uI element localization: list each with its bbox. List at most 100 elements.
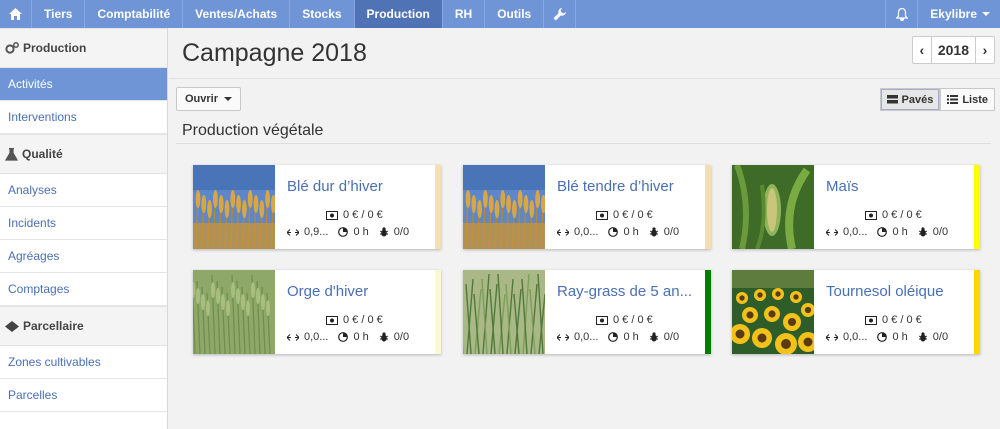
- time-value: 0 h: [892, 226, 908, 238]
- page-title: Campagne 2018: [182, 39, 367, 67]
- area-value: 0,0...: [574, 331, 599, 343]
- activity-thumbnail: [457, 270, 554, 355]
- activity-card[interactable]: Blé dur d’hiver 0 € / 0 € 0,9... 0 h 0/0: [193, 165, 441, 250]
- area-value: 0,0...: [843, 226, 868, 238]
- clock-icon: [338, 227, 349, 237]
- issues-value: 0/0: [932, 226, 949, 238]
- nav-ventes-achats[interactable]: Ventes/Achats: [183, 0, 291, 28]
- money-icon: [865, 210, 877, 220]
- clock-icon: [608, 332, 619, 342]
- clock-icon: [608, 227, 619, 237]
- list-view-label: Liste: [962, 93, 988, 106]
- previous-year-button[interactable]: ‹: [913, 37, 931, 63]
- activity-color-stripe: [974, 165, 980, 249]
- activity-card[interactable]: Orge d'hiver 0 € / 0 € 0,0... 0 h 0/0: [191, 270, 441, 355]
- bug-icon: [918, 227, 927, 237]
- notifications-button[interactable]: [885, 0, 917, 28]
- sidebar-item-agreages[interactable]: Agréages: [0, 240, 167, 273]
- money-value: 0 € / 0 €: [882, 314, 922, 326]
- area-value: 0,0...: [304, 331, 329, 343]
- time-value: 0 h: [353, 331, 369, 343]
- activity-color-stripe: [435, 165, 441, 249]
- activity-stats: 0,0... 0 h 0/0: [557, 331, 689, 343]
- user-menu[interactable]: Ekylibre: [917, 0, 1000, 28]
- money-value: 0 € / 0 €: [343, 209, 383, 221]
- sidebar-item-incidents[interactable]: Incidents: [0, 207, 167, 240]
- activity-stats: 0,0... 0 h 0/0: [826, 331, 958, 343]
- area-arrows-icon: [557, 228, 569, 236]
- area-value: 0,9...: [304, 226, 329, 238]
- activity-card[interactable]: Tournesol oléique 0 € / 0 € 0,0... 0 h 0/0: [730, 270, 980, 355]
- nav-outils[interactable]: Outils: [485, 0, 545, 28]
- bug-icon: [379, 227, 388, 237]
- sidebar-section-label: Production: [23, 41, 87, 55]
- area-arrows-icon: [287, 228, 299, 236]
- activity-stats: 0,0... 0 h 0/0: [826, 226, 958, 238]
- sidebar-item-parcelles[interactable]: Parcelles: [0, 379, 167, 412]
- sidebar: Production Activités Interventions Quali…: [0, 28, 168, 429]
- next-year-button[interactable]: ›: [976, 37, 994, 63]
- activity-name[interactable]: Ray-grass de 5 an...: [557, 283, 705, 300]
- sidebar-section-parcellaire: Parcellaire: [0, 306, 167, 346]
- issues-value: 0/0: [663, 226, 680, 238]
- activity-money: 0 € / 0 €: [326, 209, 383, 221]
- sidebar-item-interventions[interactable]: Interventions: [0, 101, 167, 134]
- issues-value: 0/0: [393, 331, 410, 343]
- nav-production[interactable]: Production: [354, 0, 443, 28]
- main-content: Campagne 2018 ‹ 2018 › Ouvrir Pavés List…: [169, 28, 1000, 429]
- money-icon: [596, 315, 608, 325]
- view-toggle: Pavés Liste: [879, 88, 995, 111]
- tiles-icon: [886, 95, 898, 104]
- time-value: 0 h: [623, 331, 639, 343]
- tiles-view-label: Pavés: [901, 93, 934, 106]
- activity-card[interactable]: Blé tendre d’hiver 0 € / 0 € 0,0... 0 h 0/0: [463, 165, 711, 250]
- activity-money: 0 € / 0 €: [326, 314, 383, 326]
- money-value: 0 € / 0 €: [343, 314, 383, 326]
- nav-stocks[interactable]: Stocks: [290, 0, 355, 28]
- sidebar-section-label: Parcellaire: [23, 319, 84, 333]
- activity-money: 0 € / 0 €: [596, 314, 653, 326]
- nav-comptabilite[interactable]: Comptabilité: [85, 0, 184, 28]
- bug-icon: [379, 332, 388, 342]
- activity-name[interactable]: Tournesol oléique: [826, 283, 974, 300]
- tiles-view-button[interactable]: Pavés: [879, 88, 941, 111]
- home-icon: [9, 8, 22, 20]
- activity-thumbnail: [191, 270, 275, 355]
- sidebar-item-activites[interactable]: Activités: [0, 68, 167, 101]
- activity-color-stripe: [705, 165, 711, 249]
- activity-name[interactable]: Blé dur d’hiver: [287, 178, 435, 195]
- activity-stats: 0,9... 0 h 0/0: [287, 226, 419, 238]
- activity-name[interactable]: Blé tendre d’hiver: [557, 178, 705, 195]
- time-value: 0 h: [353, 226, 369, 238]
- activity-stats: 0,0... 0 h 0/0: [557, 226, 689, 238]
- activity-card[interactable]: Maïs 0 € / 0 € 0,0... 0 h 0/0: [732, 163, 980, 250]
- area-arrows-icon: [826, 228, 838, 236]
- home-button[interactable]: [0, 0, 32, 28]
- sidebar-item-analyses[interactable]: Analyses: [0, 174, 167, 207]
- clock-icon: [877, 227, 888, 237]
- money-icon: [596, 210, 608, 220]
- issues-value: 0/0: [393, 226, 410, 238]
- nav-rh[interactable]: RH: [443, 0, 486, 28]
- divider: [176, 143, 991, 144]
- list-view-button[interactable]: Liste: [940, 88, 995, 111]
- sidebar-item-comptages[interactable]: Comptages: [0, 273, 167, 306]
- open-button-label: Ouvrir: [185, 93, 219, 105]
- money-value: 0 € / 0 €: [613, 209, 653, 221]
- issues-value: 0/0: [932, 331, 949, 343]
- activity-name[interactable]: Orge d'hiver: [287, 283, 435, 300]
- money-value: 0 € / 0 €: [613, 314, 653, 326]
- sidebar-item-zones-cultivables[interactable]: Zones cultivables: [0, 346, 167, 379]
- nav-tiers[interactable]: Tiers: [32, 0, 86, 28]
- flask-icon: [5, 147, 18, 161]
- money-value: 0 € / 0 €: [882, 209, 922, 221]
- map-icon: [5, 320, 19, 332]
- money-icon: [326, 210, 338, 220]
- area-value: 0,0...: [843, 331, 868, 343]
- area-value: 0,0...: [574, 226, 599, 238]
- open-dropdown-button[interactable]: Ouvrir: [176, 87, 242, 111]
- activity-thumbnail: [732, 163, 814, 250]
- activity-name[interactable]: Maïs: [826, 178, 974, 195]
- settings-button[interactable]: [544, 0, 577, 28]
- activity-card[interactable]: Ray-grass de 5 an... 0 € / 0 € 0,0... 0 h 0/…: [457, 270, 711, 355]
